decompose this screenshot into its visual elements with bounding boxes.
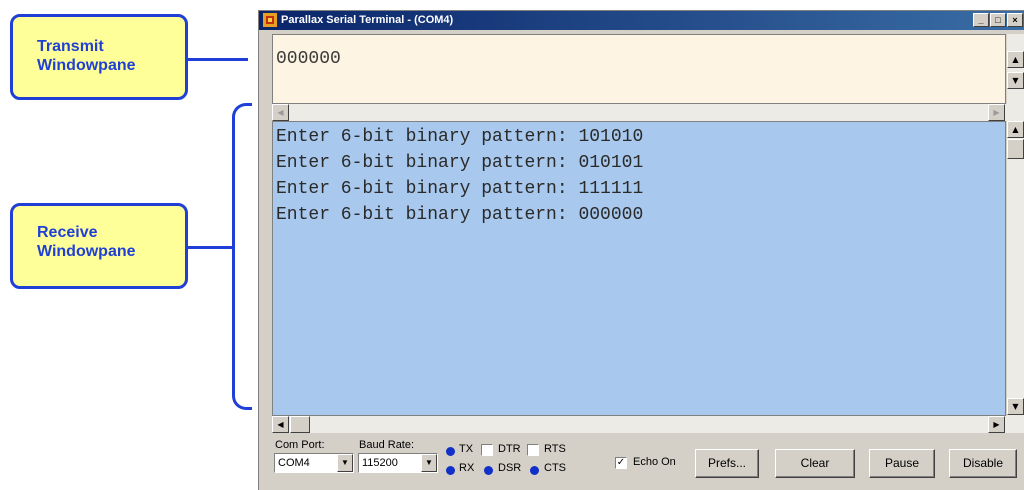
maximize-button[interactable]: □: [990, 13, 1006, 27]
close-button[interactable]: ×: [1007, 13, 1023, 27]
pause-button[interactable]: Pause: [869, 449, 935, 478]
transmit-connector-line: [188, 58, 248, 61]
receive-line: Enter 6-bit binary pattern: 010101: [276, 153, 644, 173]
transmit-windowpane-callout: Transmit Windowpane: [10, 14, 188, 100]
transmit-horizontal-scrollbar[interactable]: ◀ ▶: [272, 104, 1024, 121]
window-title: Parallax Serial Terminal - (COM4): [281, 14, 454, 26]
scroll-right-icon[interactable]: ▶: [988, 416, 1005, 433]
tx-label: TX: [459, 443, 474, 455]
dsr-label: DSR: [498, 462, 522, 474]
scroll-left-icon[interactable]: ◀: [272, 416, 289, 433]
scroll-right-icon[interactable]: ▶: [988, 104, 1005, 121]
parallax-app-icon: [263, 13, 277, 27]
tx-indicator-icon: [446, 447, 455, 456]
receive-line: Enter 6-bit binary pattern: 101010: [276, 127, 644, 147]
callout-receive-line1: Receive: [37, 224, 98, 241]
receive-connector-line: [188, 246, 233, 249]
echo-on-checkbox[interactable]: ✓: [615, 457, 627, 469]
receive-pane[interactable]: Enter 6-bit binary pattern: 101010 Enter…: [272, 121, 1006, 416]
echo-on-label: Echo On: [633, 456, 676, 468]
transmit-text: 000000: [276, 49, 341, 69]
disable-button[interactable]: Disable: [949, 449, 1017, 478]
serial-terminal-window: Parallax Serial Terminal - (COM4) _ □ × …: [258, 10, 1024, 490]
dtr-checkbox[interactable]: [481, 444, 493, 456]
com-port-label: Com Port:: [275, 439, 325, 451]
dsr-indicator-icon: [484, 466, 493, 475]
callout-transmit-line2: Windowpane: [37, 57, 136, 74]
chevron-down-icon[interactable]: ▼: [337, 454, 353, 472]
dtr-label: DTR: [498, 443, 521, 455]
baud-rate-value: 115200: [362, 457, 398, 469]
scroll-thumb[interactable]: [1007, 139, 1024, 159]
cts-label: CTS: [544, 462, 566, 474]
transmit-pane[interactable]: 000000: [272, 34, 1006, 104]
chevron-down-icon[interactable]: ▼: [421, 454, 437, 472]
scroll-up-icon[interactable]: ▲: [1007, 51, 1024, 68]
clear-button[interactable]: Clear: [775, 449, 855, 478]
com-port-select[interactable]: COM4 ▼: [274, 453, 354, 473]
rts-checkbox[interactable]: [527, 444, 539, 456]
receive-line: Enter 6-bit binary pattern: 111111: [276, 179, 644, 199]
prefs-button[interactable]: Prefs...: [695, 449, 759, 478]
receive-line: Enter 6-bit binary pattern: 000000: [276, 205, 644, 225]
receive-vertical-scrollbar[interactable]: ▲ ▼: [1006, 121, 1024, 416]
minimize-button[interactable]: _: [973, 13, 989, 27]
scroll-thumb[interactable]: [290, 416, 310, 433]
callout-receive-line2: Windowpane: [37, 243, 136, 260]
scroll-down-icon[interactable]: ▼: [1007, 72, 1024, 89]
transmit-vertical-scrollbar[interactable]: ▲ ▼: [1006, 34, 1024, 104]
com-port-value: COM4: [278, 457, 310, 469]
cts-indicator-icon: [530, 466, 539, 475]
callout-transmit-line1: Transmit: [37, 38, 104, 55]
scroll-up-icon[interactable]: ▲: [1007, 121, 1024, 138]
receive-windowpane-callout: Receive Windowpane: [10, 203, 188, 289]
scroll-down-icon[interactable]: ▼: [1007, 398, 1024, 415]
baud-rate-select[interactable]: 115200 ▼: [358, 453, 438, 473]
window-controls: _ □ ×: [972, 13, 1023, 27]
receive-bracket: [232, 103, 252, 410]
receive-horizontal-scrollbar[interactable]: ◀ ▶: [272, 416, 1024, 433]
rts-label: RTS: [544, 443, 566, 455]
baud-rate-label: Baud Rate:: [359, 439, 415, 451]
scroll-left-icon[interactable]: ◀: [272, 104, 289, 121]
title-bar[interactable]: Parallax Serial Terminal - (COM4) _ □ ×: [259, 11, 1024, 30]
rx-label: RX: [459, 462, 475, 474]
rx-indicator-icon: [446, 466, 455, 475]
receive-text: Enter 6-bit binary pattern: 101010 Enter…: [276, 124, 643, 228]
